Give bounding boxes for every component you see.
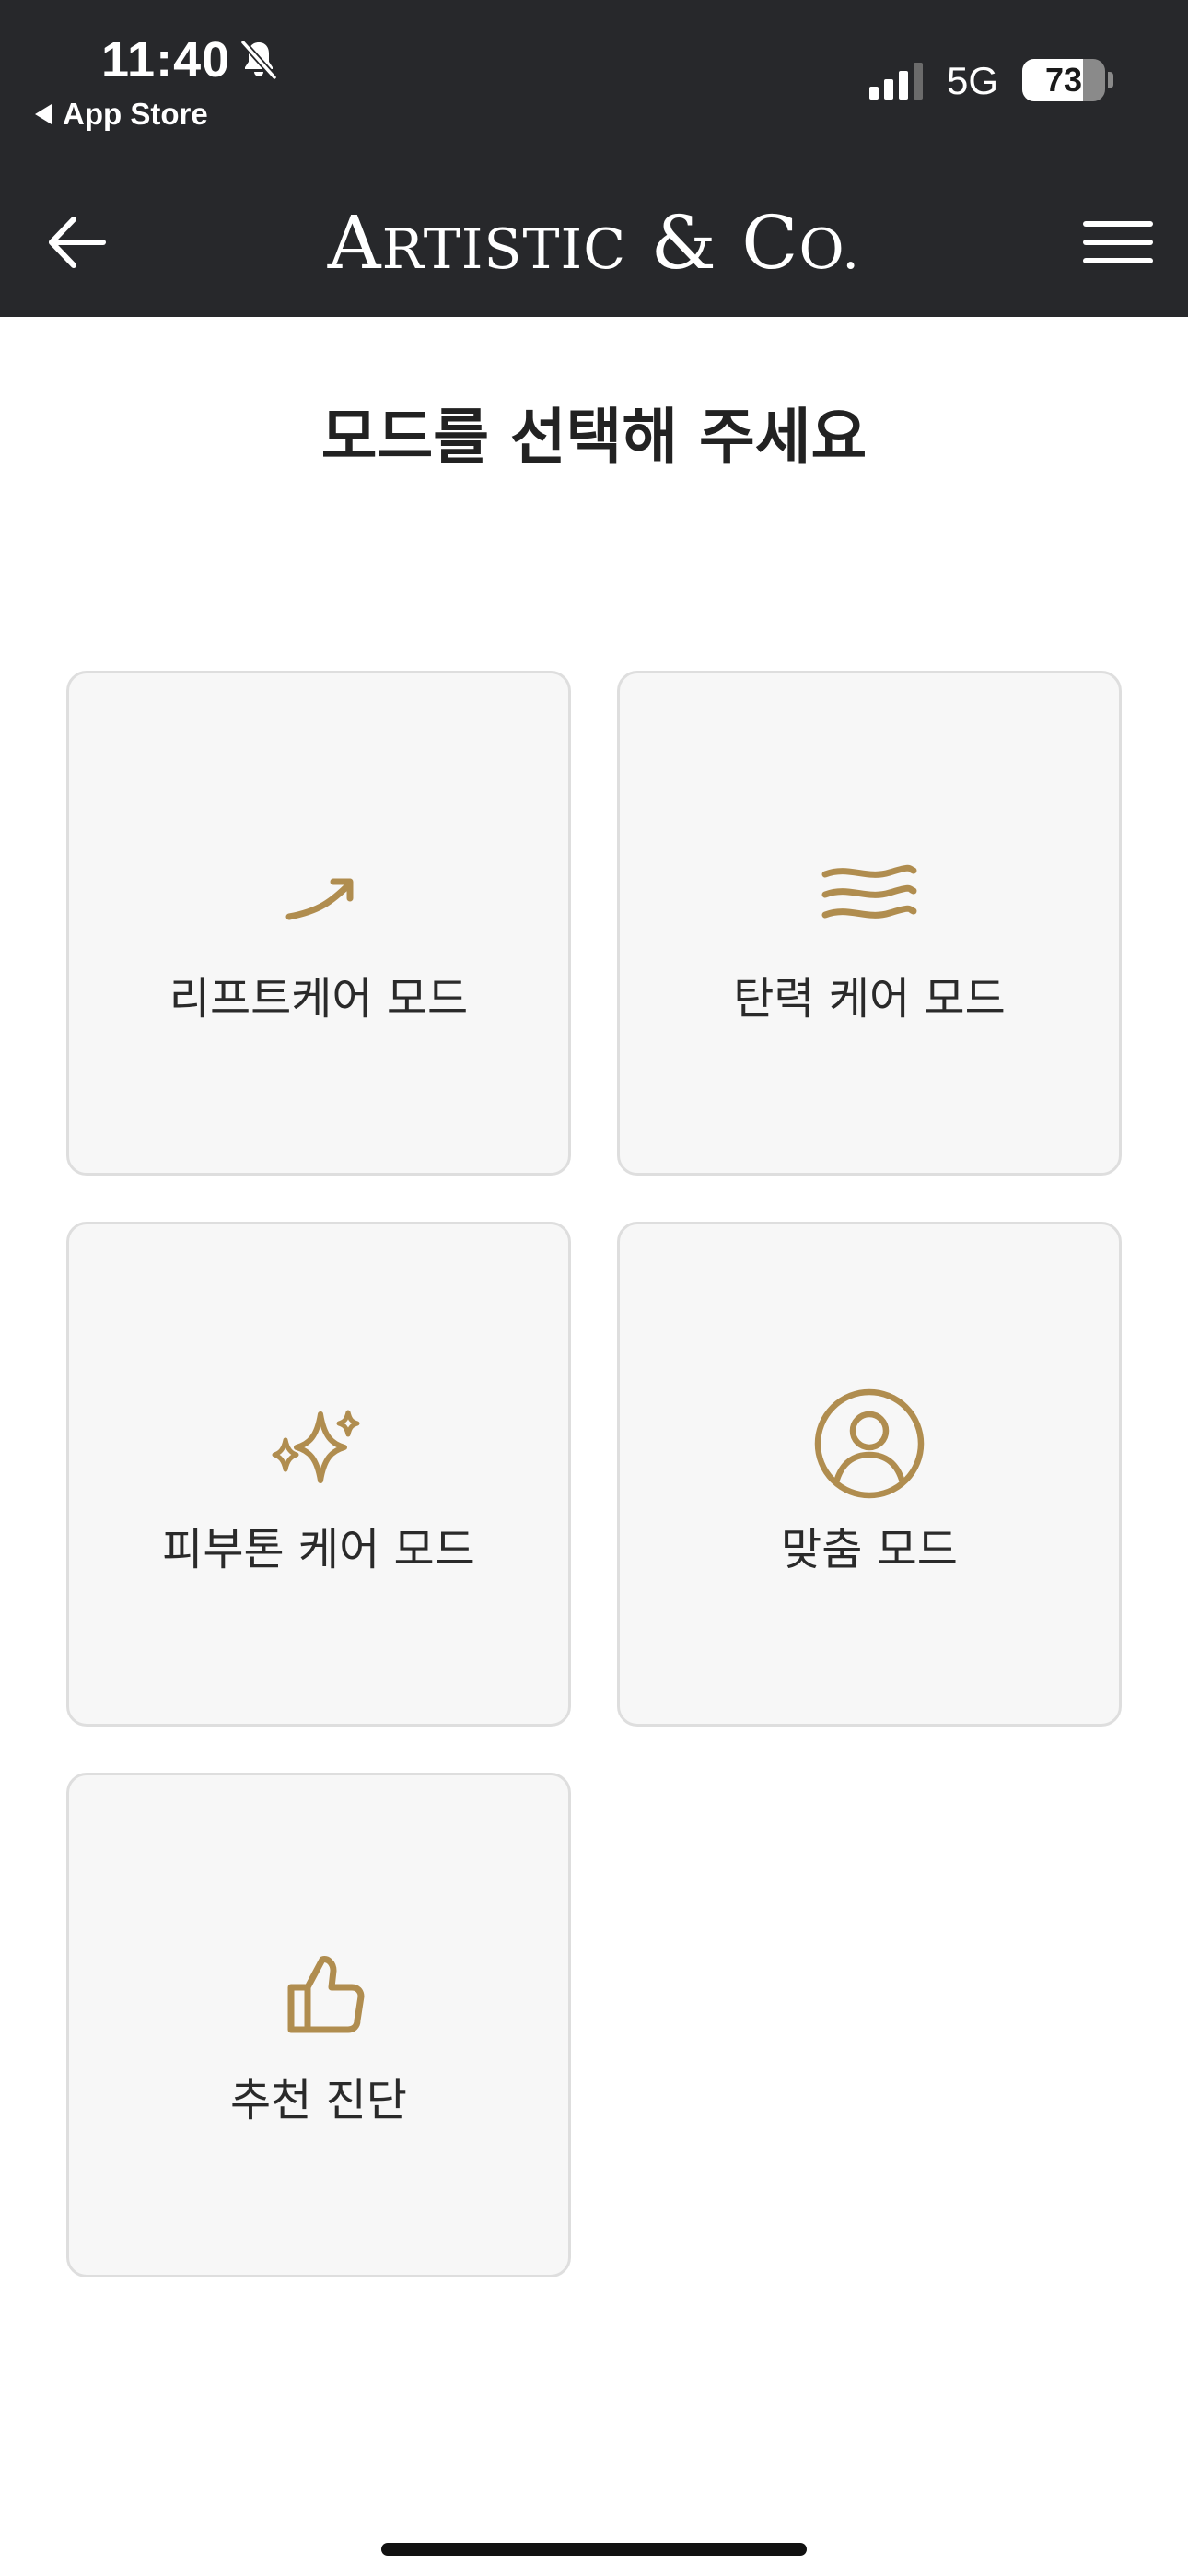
cellular-signal-icon [869, 63, 923, 100]
mode-label: 탄력 케어 모드 [733, 973, 1006, 1025]
back-to-app-store[interactable]: App Store [35, 94, 208, 135]
battery-percent: 73 [1044, 61, 1083, 99]
battery-nub [1108, 72, 1113, 88]
user-circle-icon [814, 1388, 925, 1499]
mode-card-recommended-diagnosis[interactable]: 추천 진단 [66, 1773, 571, 2277]
back-to-app-label: App Store [63, 97, 208, 131]
battery-indicator: 73 [1022, 59, 1105, 101]
mode-label: 피부톤 케어 모드 [162, 1524, 475, 1575]
home-indicator[interactable] [381, 2543, 807, 2556]
back-triangle-icon [35, 104, 52, 124]
thumbs-up-icon [287, 1956, 365, 2033]
mode-card-skin-tone-care[interactable]: 피부톤 케어 모드 [66, 1222, 571, 1727]
bell-slash-icon [240, 40, 277, 80]
mode-card-elasticity-care[interactable]: 탄력 케어 모드 [617, 671, 1122, 1176]
mode-card-lift-care[interactable]: 리프트케어 모드 [66, 671, 571, 1176]
rising-arrow-icon [285, 878, 354, 920]
sparkle-icon [272, 1410, 360, 1483]
wave-lines-icon [821, 864, 917, 919]
mode-selection-screen: 11:40 App Store 5G 73 ARTISTIC & CO. 모드를… [0, 0, 1188, 2576]
mode-label: 맞춤 모드 [781, 1524, 958, 1575]
mode-card-custom[interactable]: 맞춤 모드 [617, 1222, 1122, 1727]
mode-label: 리프트케어 모드 [169, 973, 469, 1025]
network-type: 5G [947, 59, 999, 102]
hamburger-menu-icon[interactable] [1083, 210, 1153, 275]
mode-label: 추천 진단 [230, 2075, 407, 2126]
brand-logo: ARTISTIC & CO. [327, 200, 861, 286]
top-bar: 11:40 App Store 5G 73 ARTISTIC & CO. [0, 0, 1188, 317]
page-title: 모드를 선택해 주세요 [320, 402, 868, 473]
status-time: 11:40 [101, 32, 231, 88]
